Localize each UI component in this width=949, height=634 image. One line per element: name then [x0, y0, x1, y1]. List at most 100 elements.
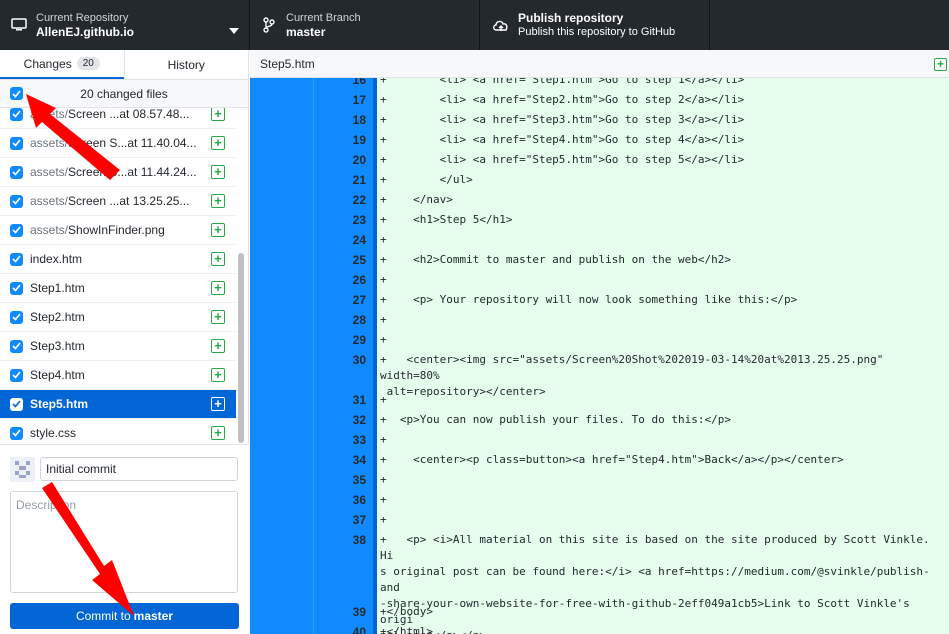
- tab-changes[interactable]: Changes 20: [0, 50, 124, 79]
- file-list-item[interactable]: index.htm +: [0, 245, 236, 274]
- file-name: ShowInFinder.png: [68, 223, 165, 237]
- diff-line[interactable]: 18 + <li> <a href="Step3.htm">Go to step …: [250, 110, 949, 130]
- file-checkbox[interactable]: [10, 310, 23, 324]
- diff-line-code: +: [380, 313, 387, 326]
- file-checkbox[interactable]: [10, 339, 23, 353]
- diff-line-number: 25: [352, 253, 366, 267]
- diff-line[interactable]: 37 +: [250, 510, 949, 530]
- publish-title: Publish repository: [518, 11, 624, 25]
- diff-line-code: + <li> <a href="Step1.htm">Go to step 1<…: [380, 78, 745, 86]
- file-added-icon: +: [934, 58, 947, 71]
- diff-view: 16 + <li> <a href="Step1.htm">Go to step …: [250, 78, 949, 634]
- file-list-item[interactable]: style.css +: [0, 419, 236, 445]
- file-path: Step4.htm: [30, 368, 200, 382]
- current-branch-dropdown[interactable]: Current Branch master: [250, 0, 480, 50]
- file-checkbox[interactable]: [10, 252, 23, 266]
- diff-line[interactable]: 26 +: [250, 270, 949, 290]
- diff-line[interactable]: 23 + <h1>Step 5</h1>: [250, 210, 949, 230]
- current-repository-dropdown[interactable]: Current Repository AllenEJ.github.io: [0, 0, 250, 50]
- diff-file-header: Step5.htm +: [250, 50, 949, 78]
- branch-label: Current Branch: [286, 12, 361, 24]
- diff-line-number: 16: [352, 78, 366, 87]
- diff-line[interactable]: 30 + <center><img src="assets/Screen%20Sh…: [250, 350, 949, 398]
- diff-line[interactable]: 27 + <p> Your repository will now look so…: [250, 290, 949, 310]
- diff-line-code: +: [380, 333, 387, 346]
- diff-line-number: 21: [352, 173, 366, 187]
- diff-line-code: + </nav>: [380, 193, 453, 206]
- monitor-icon: [10, 16, 28, 34]
- diff-line[interactable]: 31 +: [250, 390, 949, 410]
- file-checkbox[interactable]: [10, 194, 23, 208]
- diff-line-number: 36: [352, 493, 366, 507]
- diff-line-code: +: [380, 273, 387, 286]
- file-directory: assets/: [30, 194, 69, 208]
- file-list-item[interactable]: Step5.htm +: [0, 390, 236, 419]
- diff-line[interactable]: 29 +: [250, 330, 949, 350]
- diff-line[interactable]: 22 + </nav>: [250, 190, 949, 210]
- file-list-item[interactable]: assets/Screen ...at 13.25.25... +: [0, 187, 236, 216]
- diff-line-number: 23: [352, 213, 366, 227]
- diff-line[interactable]: 20 + <li> <a href="Step5.htm">Go to step …: [250, 150, 949, 170]
- diff-line[interactable]: 38 + <p> <i>All material on this site is …: [250, 530, 949, 634]
- diff-line-code: + </ul>: [380, 173, 473, 186]
- file-added-icon: +: [211, 310, 225, 324]
- diff-line[interactable]: 32 + <p>You can now publish your files. T…: [250, 410, 949, 430]
- file-path: Step2.htm: [30, 310, 200, 324]
- diff-line[interactable]: 35 +: [250, 470, 949, 490]
- file-added-icon: +: [211, 426, 225, 440]
- file-list-item[interactable]: Step2.htm +: [0, 303, 236, 332]
- cloud-upload-icon: [492, 16, 510, 34]
- annotation-arrow-commit: [42, 482, 134, 616]
- diff-line[interactable]: 28 +: [250, 310, 949, 330]
- diff-line[interactable]: 19 + <li> <a href="Step4.htm">Go to step …: [250, 130, 949, 150]
- diff-line[interactable]: 36 +: [250, 490, 949, 510]
- file-checkbox[interactable]: [10, 426, 23, 440]
- file-checkbox[interactable]: [10, 223, 23, 237]
- file-checkbox[interactable]: [10, 281, 23, 295]
- file-list-item[interactable]: Step1.htm +: [0, 274, 236, 303]
- diff-line[interactable]: 40 +</html>: [250, 622, 949, 634]
- diff-line[interactable]: 39 +</body>: [250, 602, 949, 622]
- diff-line-number: 28: [352, 313, 366, 327]
- diff-line-number: 20: [352, 153, 366, 167]
- publish-subtitle: Publish this repository to GitHub: [518, 26, 676, 38]
- diff-line-number: 40: [352, 625, 366, 634]
- file-path: index.htm: [30, 252, 200, 266]
- toolbar: Current Repository AllenEJ.github.io Cur…: [0, 0, 949, 50]
- diff-line-code: + <li> <a href="Step2.htm">Go to step 2<…: [380, 93, 745, 106]
- diff-line-number: 22: [352, 193, 366, 207]
- diff-line-number: 38: [352, 533, 366, 547]
- diff-line-code: + <li> <a href="Step4.htm">Go to step 4<…: [380, 133, 745, 146]
- file-name: style.css: [30, 426, 77, 440]
- file-name: index.htm: [30, 252, 83, 266]
- tab-history-label: History: [167, 57, 205, 72]
- publish-repository-button[interactable]: Publish repository Publish this reposito…: [480, 0, 710, 50]
- diff-line[interactable]: 24 +: [250, 230, 949, 250]
- commit-summary-input[interactable]: Initial commit: [40, 457, 238, 481]
- file-list-item[interactable]: Step3.htm +: [0, 332, 236, 361]
- file-checkbox[interactable]: [10, 368, 23, 382]
- diff-line-number: 17: [352, 93, 366, 107]
- diff-line[interactable]: 34 + <center><p class=button><a href="Ste…: [250, 450, 949, 470]
- tab-history[interactable]: History: [123, 50, 249, 79]
- file-name: Step2.htm: [30, 310, 85, 324]
- diff-line[interactable]: 25 + <h2>Commit to master and publish on …: [250, 250, 949, 270]
- file-list-scrollbar[interactable]: [238, 253, 244, 443]
- diff-line[interactable]: 21 + </ul>: [250, 170, 949, 190]
- diff-line[interactable]: 17 + <li> <a href="Step2.htm">Go to step …: [250, 90, 949, 110]
- chevron-down-icon: [229, 21, 239, 39]
- file-list-item[interactable]: assets/ShowInFinder.png +: [0, 216, 236, 245]
- diff-line-number: 18: [352, 113, 366, 127]
- file-list-item[interactable]: Step4.htm +: [0, 361, 236, 390]
- file-path: Step3.htm: [30, 339, 200, 353]
- diff-line-code: +</body>: [380, 605, 433, 618]
- diff-line-code: + <h1>Step 5</h1>: [380, 213, 513, 226]
- diff-filename: Step5.htm: [260, 56, 315, 71]
- diff-line[interactable]: 16 + <li> <a href="Step1.htm">Go to step …: [250, 78, 949, 90]
- changes-count-badge: 20: [76, 57, 100, 70]
- file-checkbox[interactable]: [10, 397, 23, 411]
- file-added-icon: +: [211, 136, 225, 150]
- github-desktop-window: Current Repository AllenEJ.github.io Cur…: [0, 0, 949, 634]
- file-added-icon: +: [211, 339, 225, 353]
- diff-line[interactable]: 33 +: [250, 430, 949, 450]
